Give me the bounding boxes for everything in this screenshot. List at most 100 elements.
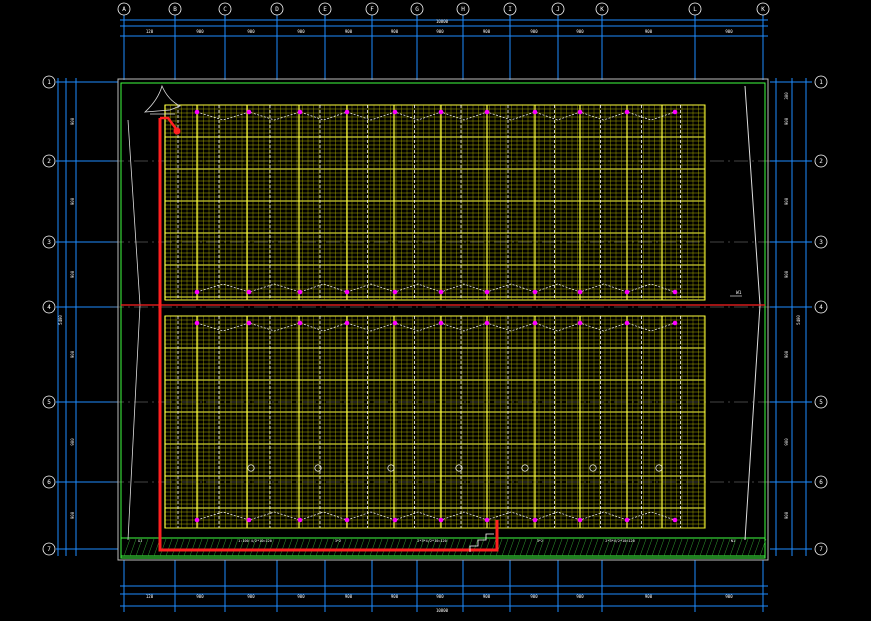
combiner-node — [484, 109, 490, 115]
combiner-node — [672, 289, 678, 295]
row-bubble-left-label: 3 — [47, 239, 51, 246]
bottom-dim-value: 900 — [391, 594, 399, 599]
top-total-dim: 10800 — [436, 19, 449, 24]
left-dim-value: 900 — [70, 511, 75, 519]
col-bubble-top-label: G — [415, 6, 419, 13]
combiner-node — [344, 109, 350, 115]
combiner-node — [297, 517, 303, 523]
combiner-node — [438, 517, 444, 523]
combiner-node — [297, 109, 303, 115]
combiner-node — [577, 320, 583, 326]
strip-label: G1 — [138, 539, 142, 543]
top-dim-value: 900 — [483, 29, 491, 34]
bottom-dim-value: 900 — [436, 594, 444, 599]
col-bubble-top-label: L — [693, 6, 697, 13]
row-bubble-right-label: 4 — [819, 304, 823, 311]
left-dim-value: 900 — [70, 117, 75, 125]
combiner-node — [438, 289, 444, 295]
right-dim-value: 900 — [784, 270, 789, 278]
top-dim-value: 900 — [530, 29, 538, 34]
row-bubble-left-label: 1 — [47, 79, 51, 86]
row-bubble-left-label: 5 — [47, 399, 51, 406]
col-bubble-top-label: A — [122, 6, 126, 13]
left-dim-value: 900 — [70, 197, 75, 205]
combiner-node — [672, 320, 678, 326]
top-dim-value: 900 — [725, 29, 733, 34]
combiner-node — [392, 517, 398, 523]
combiner-node — [484, 289, 490, 295]
inverter-node — [173, 127, 181, 135]
combiner-node — [624, 320, 630, 326]
combiner-node — [194, 289, 200, 295]
combiner-node — [194, 109, 200, 115]
right-total-dim: 5400 — [796, 315, 801, 325]
combiner-node — [194, 517, 200, 523]
row-bubble-left-label: 6 — [47, 479, 51, 486]
col-bubble-top-label: C — [223, 6, 227, 13]
combiner-node — [246, 109, 252, 115]
strip-label: 2*3*4/2*10=120 — [605, 539, 635, 543]
combiner-node — [577, 289, 583, 295]
row-bubble-left-label: 7 — [47, 546, 51, 553]
col-bubble-top-label: H — [461, 6, 465, 13]
right-first-dim: 300 — [784, 92, 789, 100]
bottom-dim-value: 900 — [645, 594, 653, 599]
combiner-node — [624, 289, 630, 295]
bottom-dim-value: 900 — [483, 594, 491, 599]
left-dim-value: 900 — [70, 438, 75, 446]
row-bubble-right-label: 6 — [819, 479, 823, 486]
col-bubble-top-label: B — [173, 6, 177, 13]
combiner-node — [532, 109, 538, 115]
combiner-node — [438, 109, 444, 115]
col-bubble-top-label: K — [600, 6, 604, 13]
row-bubble-left-label: 2 — [47, 158, 51, 165]
right-dim-value: 900 — [784, 350, 789, 358]
row-bubble-right-label: 5 — [819, 399, 823, 406]
row-bubble-right-label: 3 — [819, 239, 823, 246]
bottom-dim-value: 900 — [576, 594, 584, 599]
col-bubble-top-label: F — [370, 6, 374, 13]
combiner-node — [532, 320, 538, 326]
bottom-dim-value: 900 — [345, 594, 353, 599]
combiner-node — [577, 517, 583, 523]
row-bubble-right-label: 2 — [819, 158, 823, 165]
bottom-dim-value: 900 — [196, 594, 204, 599]
combiner-node — [438, 320, 444, 326]
combiner-node — [246, 289, 252, 295]
strip-label: 2*3*4/2*10=120 — [417, 539, 447, 543]
right-dim-value: 900 — [784, 511, 789, 519]
combiner-node — [577, 109, 583, 115]
cad-drawing: 120 120 900 900 900 900 900 900 900 900 900 900 900 9… — [0, 0, 871, 621]
left-dim-value: 900 — [70, 270, 75, 278]
combiner-node — [392, 289, 398, 295]
row-bubble-right-label: 7 — [819, 546, 823, 553]
top-dim-value: 900 — [436, 29, 444, 34]
col-bubble-top-label: J — [556, 6, 560, 13]
combiner-node — [532, 289, 538, 295]
bottom-dim-value: 900 — [725, 594, 733, 599]
combiner-node — [624, 109, 630, 115]
col-bubble-top-label: I — [508, 6, 512, 13]
feeder-label: W1 — [736, 290, 742, 296]
right-dim-value: 900 — [784, 117, 789, 125]
strip-label: 1:100 4/2*10=120 — [238, 539, 272, 543]
combiner-node — [344, 517, 350, 523]
bottom-dim-value: 120 — [146, 594, 154, 599]
combiner-node — [246, 517, 252, 523]
combiner-node — [297, 289, 303, 295]
combiner-node — [297, 320, 303, 326]
combiner-node — [624, 517, 630, 523]
combiner-node — [392, 109, 398, 115]
col-bubble-top-label: D — [275, 6, 279, 13]
strip-label: 3*2 — [537, 539, 543, 543]
top-dim-value: 120 — [146, 29, 154, 34]
row-bubble-right-label: 1 — [819, 79, 823, 86]
strip-label: N1 — [731, 539, 735, 543]
top-dim-value: 900 — [297, 29, 305, 34]
combiner-node — [194, 320, 200, 326]
right-dim-value: 900 — [784, 438, 789, 446]
right-dim-value: 900 — [784, 197, 789, 205]
combiner-node — [246, 320, 252, 326]
combiner-node — [672, 109, 678, 115]
col-bubble-top-label: E — [323, 6, 327, 13]
